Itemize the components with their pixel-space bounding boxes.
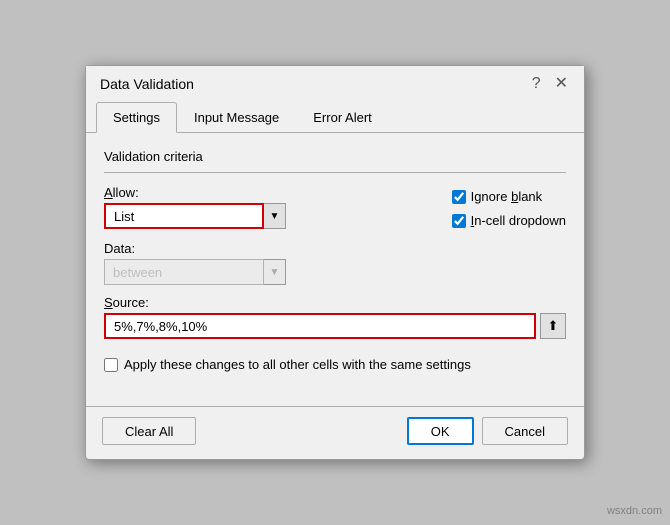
settings-content: Validation criteria Allow: Any value Who…: [86, 133, 584, 398]
cancel-button[interactable]: Cancel: [482, 417, 568, 445]
data-select-wrapper: between not between equal to not equal t…: [104, 259, 566, 285]
allow-select[interactable]: Any value Whole number Decimal List Date…: [104, 203, 264, 229]
ok-button[interactable]: OK: [407, 417, 474, 445]
data-row: Data: between not between equal to not e…: [104, 241, 566, 285]
apply-label: Apply these changes to all other cells w…: [124, 357, 471, 372]
source-btn-icon: ⬆: [548, 318, 559, 334]
source-row: ⬆: [104, 313, 566, 339]
in-cell-dropdown-checkbox[interactable]: [452, 214, 466, 228]
tab-bar: Settings Input Message Error Alert: [86, 102, 584, 133]
dialog-title: Data Validation: [100, 76, 194, 92]
source-label: Source:: [104, 295, 566, 310]
right-buttons: OK Cancel: [407, 417, 568, 445]
allow-label: Allow:: [104, 185, 436, 200]
source-input[interactable]: [104, 313, 536, 339]
allow-col: Allow: Any value Whole number Decimal Li…: [104, 185, 436, 229]
checkboxes-col: Ignore blank In-cell dropdown: [452, 185, 566, 231]
apply-checkbox[interactable]: [104, 358, 118, 372]
data-dropdown-btn: ▼: [264, 259, 286, 285]
tab-error-alert[interactable]: Error Alert: [296, 102, 389, 133]
tab-input-message[interactable]: Input Message: [177, 102, 296, 133]
allow-row: Allow: Any value Whole number Decimal Li…: [104, 185, 566, 231]
help-button[interactable]: ?: [530, 76, 543, 92]
section-title: Validation criteria: [104, 149, 566, 164]
source-section: Source: ⬆: [104, 295, 566, 339]
clear-all-button[interactable]: Clear All: [102, 417, 196, 445]
allow-select-wrapper: Any value Whole number Decimal List Date…: [104, 203, 436, 229]
allow-dropdown-btn[interactable]: ▼: [264, 203, 286, 229]
divider: [104, 172, 566, 173]
data-select: between not between equal to not equal t…: [104, 259, 264, 285]
title-controls: ? ✕: [530, 76, 570, 92]
data-validation-dialog: Data Validation ? ✕ Settings Input Messa…: [85, 65, 585, 460]
ignore-blank-label[interactable]: Ignore blank: [452, 189, 566, 204]
ignore-blank-checkbox[interactable]: [452, 190, 466, 204]
footer: Clear All OK Cancel: [86, 406, 584, 459]
in-cell-dropdown-label[interactable]: In-cell dropdown: [452, 213, 566, 228]
tab-settings[interactable]: Settings: [96, 102, 177, 133]
watermark: wsxdn.com: [607, 505, 662, 517]
source-collapse-btn[interactable]: ⬆: [540, 313, 566, 339]
apply-row: Apply these changes to all other cells w…: [104, 357, 566, 372]
close-button[interactable]: ✕: [553, 76, 570, 92]
title-bar: Data Validation ? ✕: [86, 66, 584, 98]
data-label: Data:: [104, 241, 566, 256]
